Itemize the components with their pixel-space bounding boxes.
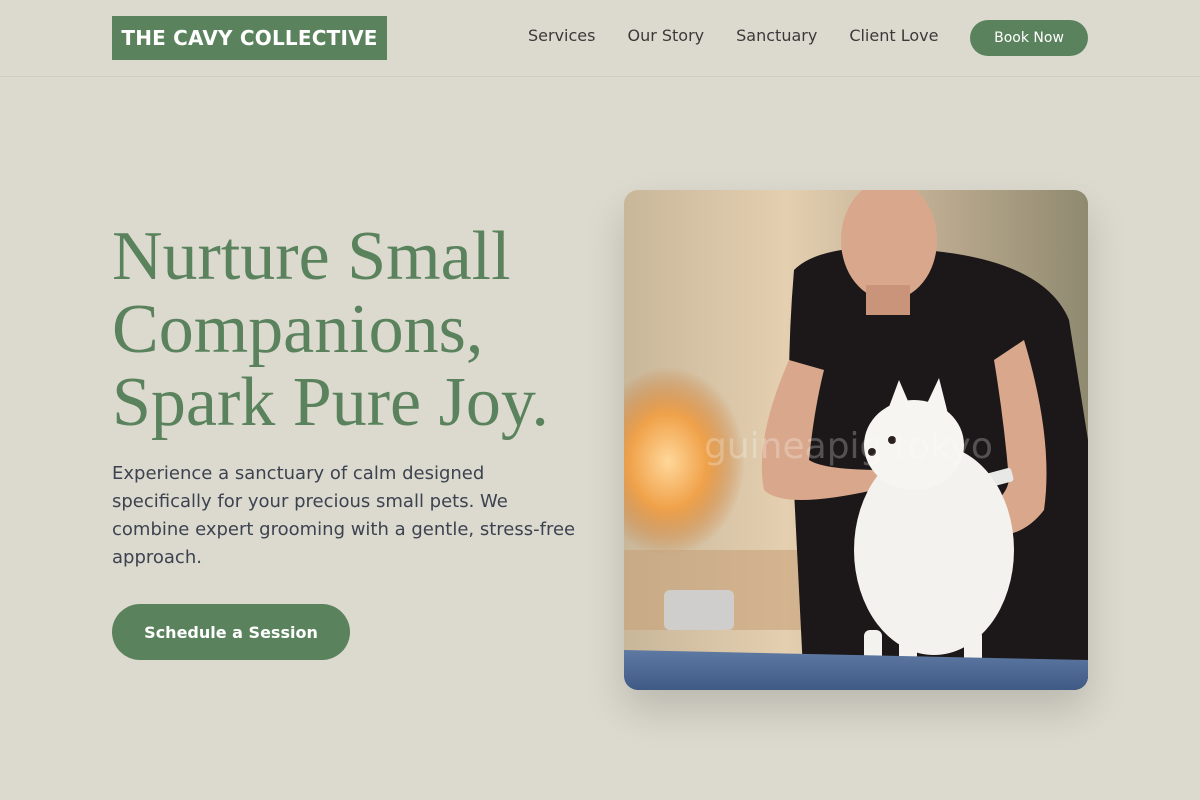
hero-headline: Nurture Small Companions, Spark Pure Joy… [112, 220, 612, 439]
nav-item-services[interactable]: Services [528, 26, 595, 46]
hero-image: guineapig tokyo [624, 190, 1088, 690]
book-now-button[interactable]: Book Now [970, 20, 1088, 56]
image-watermark: guineapig tokyo [704, 426, 993, 467]
brand-logo[interactable]: THE CAVY COLLECTIVE [112, 16, 387, 60]
schedule-session-button[interactable]: Schedule a Session [112, 604, 350, 660]
site-header: THE CAVY COLLECTIVE Services Our Story S… [0, 0, 1200, 77]
nav-item-client-love[interactable]: Client Love [849, 26, 938, 46]
main-nav: Services Our Story Sanctuary Client Love [528, 26, 970, 46]
headline-line: Companions, [112, 291, 484, 368]
hero-description: Experience a sanctuary of calm designed … [112, 463, 576, 568]
nav-item-our-story[interactable]: Our Story [627, 26, 704, 46]
headline-line: Nurture Small [112, 218, 511, 295]
headline-line: Spark Pure Joy. [112, 364, 549, 441]
nav-item-sanctuary[interactable]: Sanctuary [736, 26, 817, 46]
